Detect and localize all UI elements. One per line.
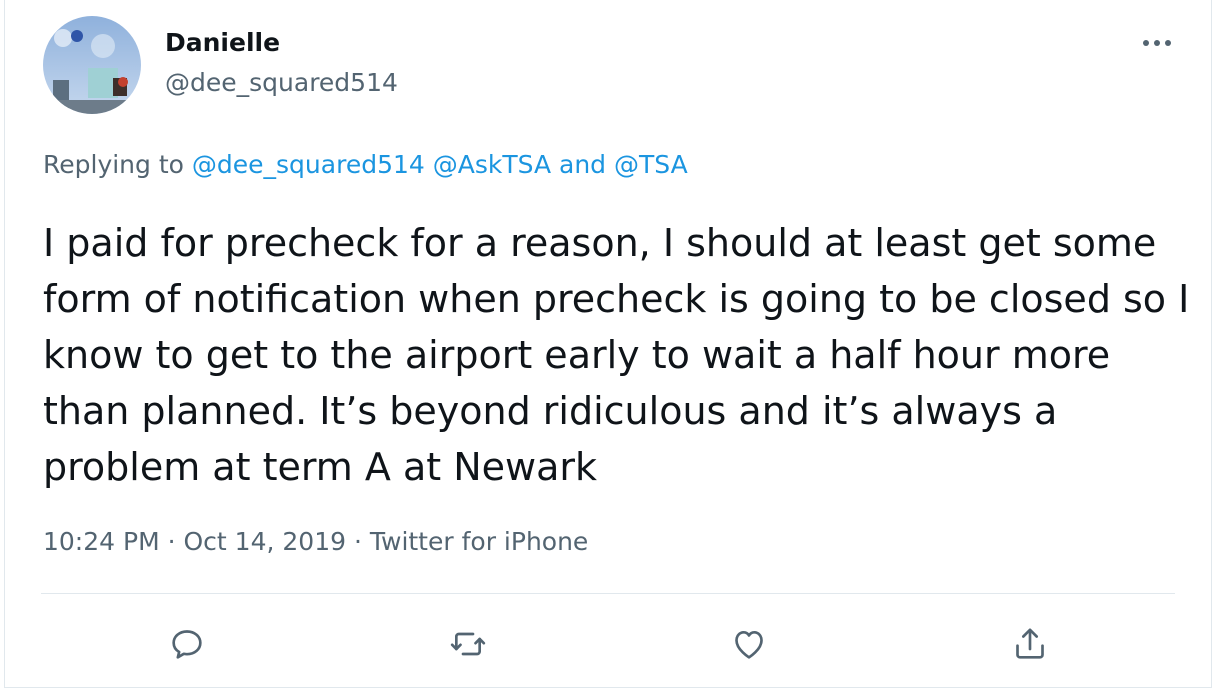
share-button[interactable] bbox=[1008, 622, 1052, 666]
avatar-image bbox=[43, 16, 141, 114]
meta-separator: · bbox=[167, 527, 176, 556]
like-icon bbox=[735, 631, 763, 659]
tweet-meta: 10:24 PM · Oct 14, 2019 · Twitter for iP… bbox=[43, 527, 588, 556]
tweet-text: I paid for precheck for a reason, I shou… bbox=[43, 221, 1190, 489]
retweet-button[interactable] bbox=[446, 622, 490, 666]
avatar[interactable] bbox=[43, 16, 141, 114]
author-handle[interactable]: @dee_squared514 bbox=[165, 68, 398, 97]
mention-link-dee-squared514[interactable]: @dee_squared514 bbox=[192, 150, 425, 179]
reply-button[interactable] bbox=[165, 622, 209, 666]
divider bbox=[41, 593, 1175, 594]
tweet-source-link[interactable]: Twitter for iPhone bbox=[370, 527, 588, 556]
more-options-button[interactable] bbox=[1137, 28, 1177, 58]
reply-icon bbox=[172, 630, 202, 659]
mention-link-tsa[interactable]: @TSA bbox=[614, 150, 688, 179]
more-horizontal-icon bbox=[1143, 40, 1171, 46]
mention-link-asktsa[interactable]: @AskTSA bbox=[433, 150, 551, 179]
mention-and-label: and bbox=[559, 150, 607, 179]
tweet-card: Danielle @dee_squared514 Replying to @de… bbox=[4, 0, 1212, 688]
tweet-date-link[interactable]: Oct 14, 2019 bbox=[184, 527, 347, 556]
retweet-icon bbox=[450, 632, 486, 656]
replying-to-line: Replying to @dee_squared514 @AskTSA and … bbox=[43, 150, 688, 179]
tweet-time-link[interactable]: 10:24 PM bbox=[43, 527, 160, 556]
like-button[interactable] bbox=[727, 622, 771, 666]
meta-separator: · bbox=[353, 527, 362, 556]
replying-to-label: Replying to bbox=[43, 150, 184, 179]
share-icon bbox=[1016, 628, 1044, 659]
author-name[interactable]: Danielle bbox=[165, 28, 280, 57]
